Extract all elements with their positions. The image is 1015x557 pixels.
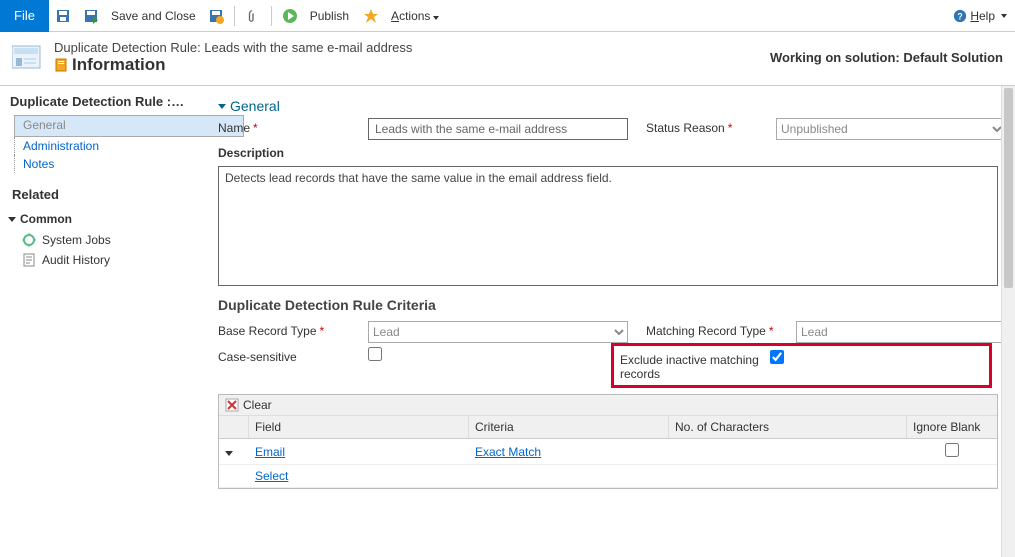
sidebar-related: Related [4,181,199,208]
chevron-down-icon[interactable] [225,451,233,456]
sidebar-item-administration[interactable]: Administration [14,137,199,155]
save-icon[interactable] [55,8,71,24]
name-input[interactable] [368,118,628,140]
sidebar-common[interactable]: Common [4,208,199,230]
entity-icon [12,42,44,74]
save-new-icon[interactable] [208,8,224,24]
description-textarea[interactable]: Detects lead records that have the same … [218,166,998,286]
header-title: Duplicate Detection Rule: Leads with the… [54,40,412,55]
col-ignore: Ignore Blank [907,416,997,438]
name-label: Name [218,121,250,135]
vertical-scrollbar[interactable] [1001,86,1015,557]
base-type-select[interactable]: Lead [368,321,628,343]
status-label: Status Reason [646,121,725,135]
save-close-icon[interactable] [83,8,99,24]
case-sensitive-checkbox[interactable] [368,347,382,361]
svg-text:?: ? [958,11,963,21]
sidebar-title: Duplicate Detection Rule :… [4,90,199,113]
help-button[interactable]: ? Help [953,9,1007,23]
case-sensitive-label: Case-sensitive [218,347,368,364]
col-field: Field [249,416,469,438]
save-close-button[interactable]: Save and Close [111,9,196,23]
status-select[interactable]: Unpublished [776,118,1006,140]
matching-type-select[interactable]: Lead [796,321,1015,343]
attach-icon[interactable] [245,8,261,24]
sidebar-item-notes[interactable]: Notes [14,155,199,173]
criteria-heading: Duplicate Detection Rule Criteria [218,289,998,321]
clear-button[interactable]: Clear [243,398,272,412]
actions-menu[interactable]: AActionsctions [391,9,439,23]
row-ignore-checkbox[interactable] [945,443,959,457]
description-label: Description [218,140,378,166]
row-criteria-link[interactable]: Exact Match [475,445,541,459]
clear-icon[interactable] [225,398,239,412]
sidebar-item-system-jobs[interactable]: System Jobs [4,230,199,250]
sidebar-item-audit-history[interactable]: Audit History [4,250,199,270]
exclude-inactive-checkbox[interactable] [770,350,784,364]
col-criteria: Criteria [469,416,669,438]
base-type-label: Base Record Type [218,324,317,338]
row-select-link[interactable]: Select [255,469,288,483]
row-field-link[interactable]: Email [255,445,285,459]
col-chars: No. of Characters [669,416,907,438]
exclude-inactive-label: Exclude inactive matching records [620,350,770,381]
scrollbar-thumb[interactable] [1004,88,1013,288]
publish-icon[interactable] [282,8,298,24]
matching-type-label: Matching Record Type [646,324,766,338]
section-general[interactable]: General [218,94,998,118]
header-subtitle: Information [72,55,166,75]
info-icon [54,58,68,72]
solution-label: Working on solution: Default Solution [770,50,1003,65]
publish-button[interactable]: Publish [310,9,349,23]
file-menu[interactable]: File [0,0,49,32]
actions-icon[interactable] [363,8,379,24]
